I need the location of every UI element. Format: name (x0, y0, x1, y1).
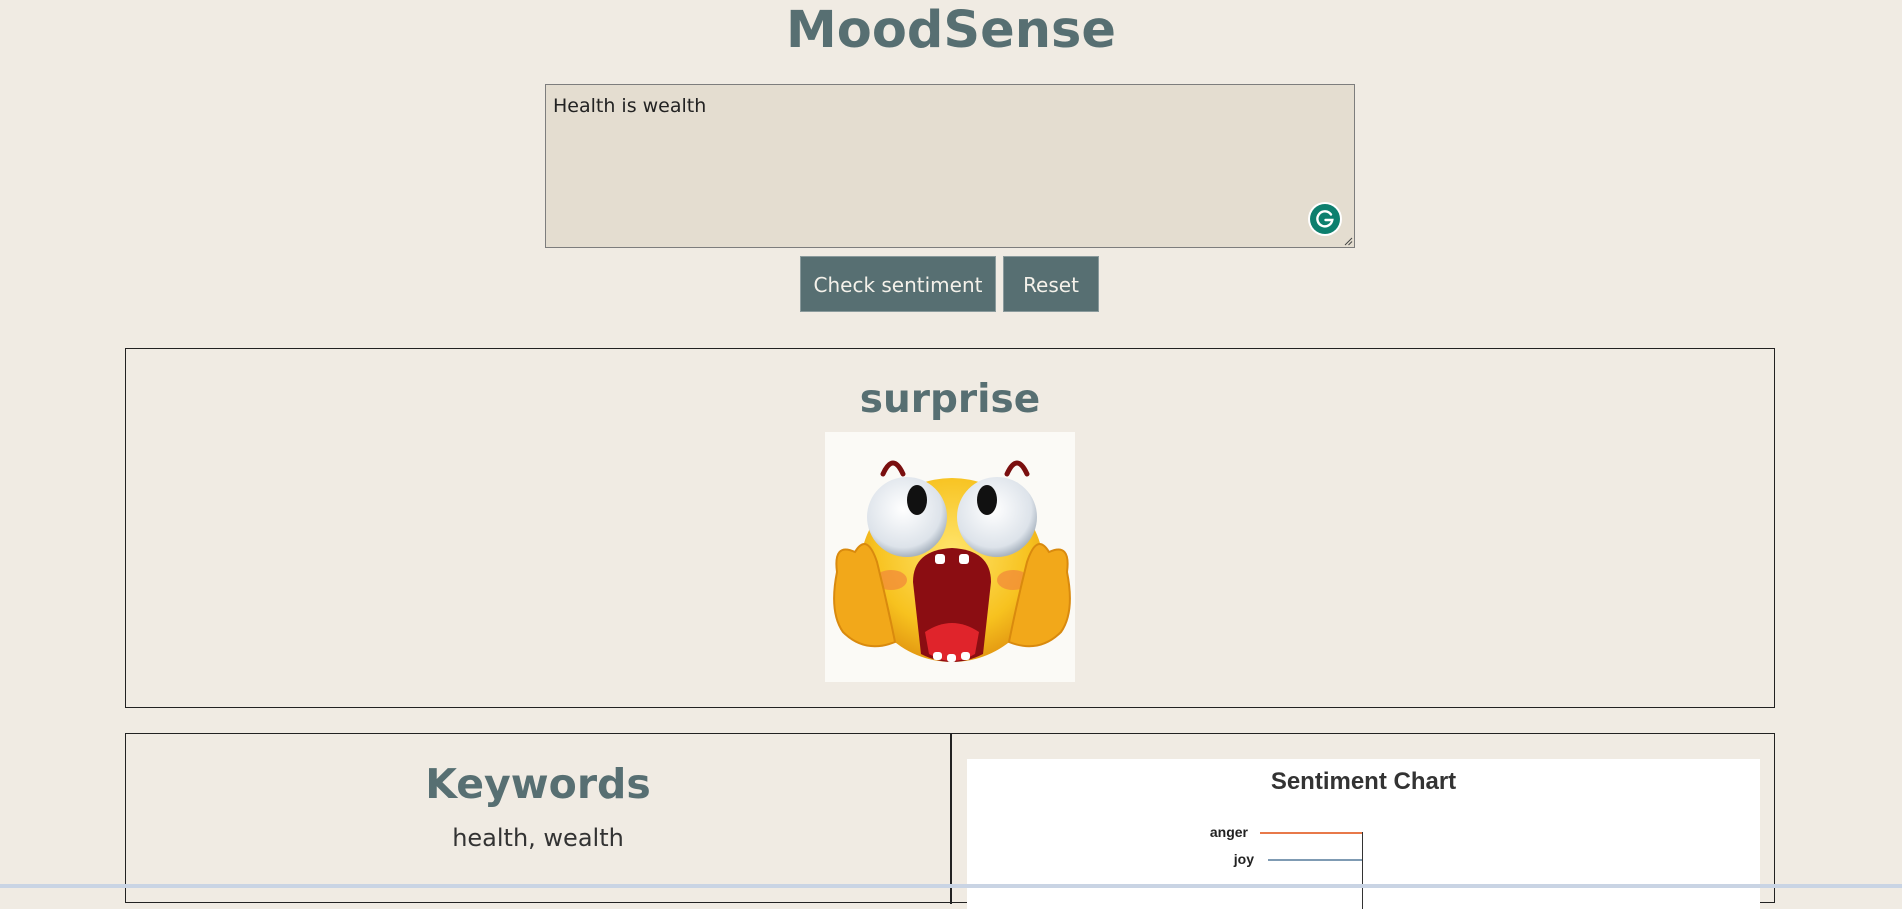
sentiment-text-value[interactable]: Health is wealth (553, 95, 706, 117)
details-panel: Keywords health, wealth Sentiment Chart … (125, 733, 1775, 909)
check-sentiment-button[interactable]: Check sentiment (800, 256, 996, 312)
keywords-heading: Keywords (425, 760, 651, 808)
detected-emotion-label: surprise (859, 377, 1041, 422)
window-bottom-edge (0, 884, 1902, 888)
screaming-surprised-face-icon (825, 432, 1075, 682)
resize-handle-icon[interactable] (1343, 236, 1353, 246)
sentiment-result-panel: surprise (125, 348, 1775, 708)
keywords-list: health, wealth (452, 824, 624, 852)
chart-title: Sentiment Chart (1270, 768, 1457, 795)
chart-bar-joy (1268, 859, 1362, 861)
chart-axis-line (1362, 832, 1363, 909)
chart-label-joy: joy (1233, 851, 1254, 867)
app-title: MoodSense (786, 1, 1116, 60)
grammarly-icon[interactable] (1310, 204, 1340, 234)
panel-divider (950, 734, 952, 904)
sentiment-text-input[interactable]: Health is wealth (545, 84, 1355, 248)
reset-button[interactable]: Reset (1003, 256, 1099, 312)
chart-label-anger: anger (1209, 824, 1248, 840)
chart-bar-anger (1260, 832, 1362, 834)
